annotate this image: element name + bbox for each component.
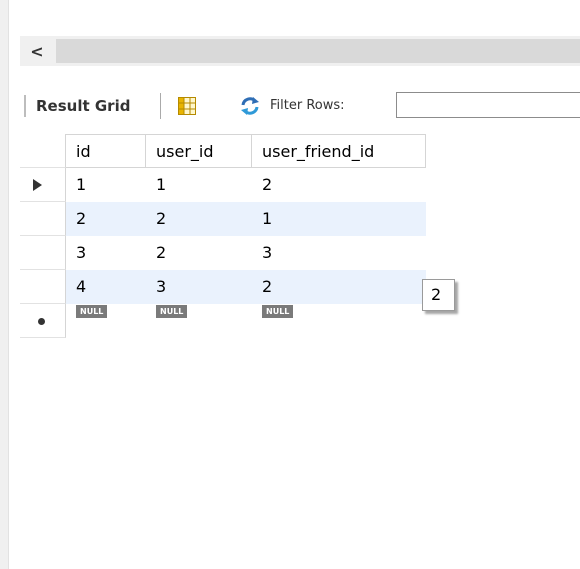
cell-value-tooltip: 2	[422, 279, 455, 311]
new-row-icon	[38, 318, 45, 325]
cell-user-id[interactable]: NULL	[146, 304, 252, 338]
null-badge: NULL	[262, 305, 294, 318]
null-badge: NULL	[76, 305, 108, 318]
cell-user-friend-id[interactable]: 2	[252, 168, 426, 202]
row-header[interactable]	[20, 168, 66, 202]
cell-user-id[interactable]: 2	[146, 236, 252, 270]
cell-user-friend-id[interactable]: 1	[252, 202, 426, 236]
filter-rows-label: Filter Rows:	[270, 98, 345, 113]
grid-corner[interactable]	[20, 134, 66, 168]
column-header-user-friend-id[interactable]: user_friend_id	[252, 134, 426, 168]
row-header[interactable]	[20, 304, 66, 338]
scrollbar-track[interactable]	[56, 39, 580, 63]
toolbar-grip	[24, 95, 26, 117]
null-badge: NULL	[156, 305, 188, 318]
cell-id[interactable]: 4	[66, 270, 146, 304]
cell-id[interactable]: 1	[66, 168, 146, 202]
row-header[interactable]	[20, 270, 66, 304]
filter-rows-input[interactable]	[396, 92, 580, 118]
grid-icon[interactable]	[178, 97, 196, 115]
cell-id[interactable]: 3	[66, 236, 146, 270]
cell-user-id[interactable]: 1	[146, 168, 252, 202]
chevron-left-icon[interactable]: <	[20, 36, 54, 66]
row-pointer-icon	[33, 179, 42, 191]
cell-user-id[interactable]: 2	[146, 202, 252, 236]
toolbar-separator	[160, 93, 161, 119]
cell-id[interactable]: 2	[66, 202, 146, 236]
row-header[interactable]	[20, 202, 66, 236]
result-grid-tab[interactable]: Result Grid	[36, 97, 130, 115]
refresh-icon[interactable]	[239, 96, 261, 116]
cell-id[interactable]: NULL	[66, 304, 146, 338]
horizontal-scrollbar[interactable]: <	[20, 36, 580, 66]
cell-user-friend-id[interactable]: 2	[252, 270, 426, 304]
cell-user-friend-id[interactable]: 3	[252, 236, 426, 270]
left-panel-edge	[0, 0, 9, 569]
cell-user-friend-id[interactable]: NULL	[252, 304, 426, 338]
column-header-id[interactable]: id	[66, 134, 146, 168]
column-header-user-id[interactable]: user_id	[146, 134, 252, 168]
result-toolbar: Result Grid Filter Rows:	[20, 88, 580, 124]
row-header[interactable]	[20, 236, 66, 270]
cell-user-id[interactable]: 3	[146, 270, 252, 304]
